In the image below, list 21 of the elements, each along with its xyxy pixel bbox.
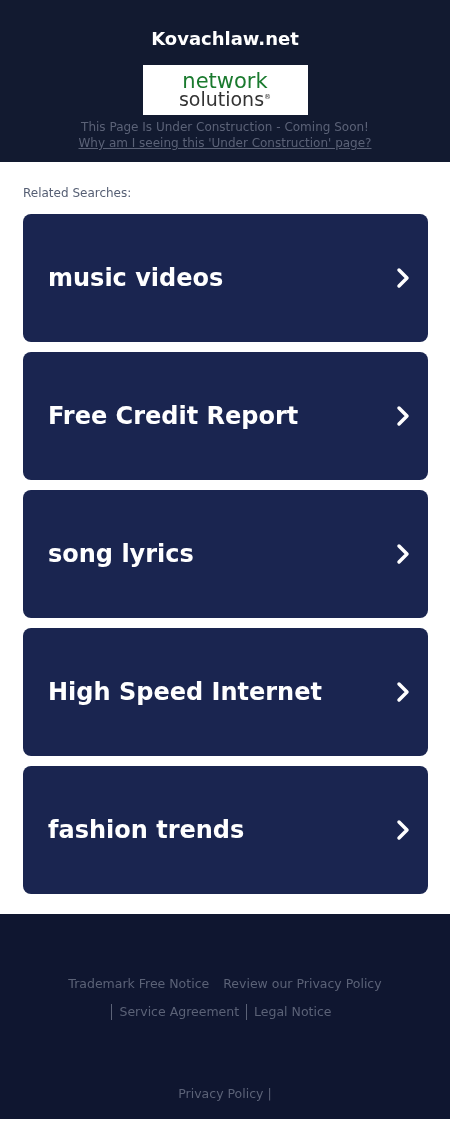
separator-text: |	[267, 1086, 272, 1101]
search-link-card[interactable]: Free Credit Report	[23, 352, 428, 480]
footer-link[interactable]: Trademark Free Notice	[61, 976, 217, 992]
chevron-right-icon	[396, 819, 410, 841]
site-title: Kovachlaw.net	[151, 28, 299, 49]
chevron-right-icon	[396, 267, 410, 289]
footer-link[interactable]: Service Agreement	[111, 1004, 247, 1020]
search-link-card[interactable]: High Speed Internet	[23, 628, 428, 756]
chevron-right-icon	[396, 405, 410, 427]
construction-info-link[interactable]: Why am I seeing this 'Under Construction' page?	[78, 136, 372, 150]
construction-notice: This Page Is Under Construction - Coming Soon!	[81, 120, 369, 134]
footer-link[interactable]: Legal Notice	[246, 1004, 339, 1020]
chevron-right-icon	[396, 681, 410, 703]
chevron-right-icon	[396, 543, 410, 565]
search-link-card[interactable]: music videos	[23, 214, 428, 342]
logo: network solutions$^{®}$	[142, 65, 308, 115]
privacy-policy-link[interactable]: Privacy Policy	[178, 1086, 264, 1101]
footer-link[interactable]: Review our Privacy Policy	[216, 976, 389, 992]
search-link-card[interactable]: fashion trends	[23, 766, 428, 894]
search-link-card[interactable]: song lyrics	[23, 490, 428, 618]
related-searches-heading: Related Searches:	[23, 186, 132, 200]
